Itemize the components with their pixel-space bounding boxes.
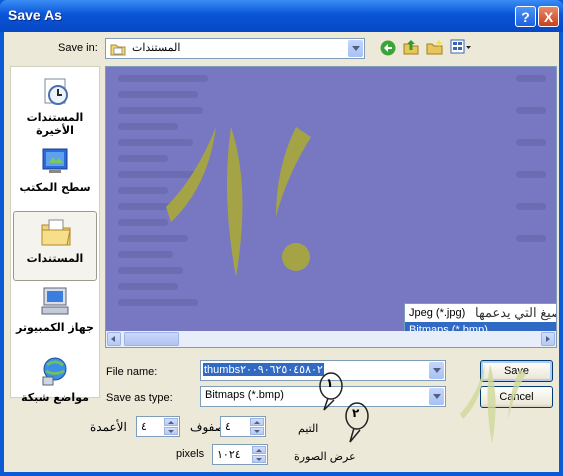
columns-value: ٤ bbox=[141, 420, 147, 433]
logo-watermark bbox=[460, 364, 526, 444]
folder-icon bbox=[110, 44, 126, 56]
formats-annotation: الصيغ التي يدعمها bbox=[475, 305, 556, 320]
file-item bbox=[516, 75, 546, 82]
decrement-button[interactable] bbox=[250, 427, 264, 435]
close-button[interactable]: X bbox=[538, 6, 559, 27]
places-bar: المستندات الأخيرة سطح المكتب المستندات ج… bbox=[10, 66, 100, 404]
file-item bbox=[516, 203, 546, 210]
decrement-button[interactable] bbox=[164, 427, 178, 435]
dropdown-option-jpeg[interactable]: Jpeg (*.jpg) الصيغ التي يدعمها bbox=[405, 305, 556, 321]
new-folder-icon[interactable] bbox=[426, 38, 444, 56]
file-name-label: File name: bbox=[106, 366, 158, 378]
increment-button[interactable] bbox=[250, 418, 264, 426]
place-label: المستندات الأخيرة bbox=[26, 111, 84, 137]
columns-stepper[interactable]: ٤ bbox=[136, 416, 180, 437]
file-item bbox=[516, 235, 546, 242]
place-label: مواضع شبكة bbox=[21, 391, 89, 404]
width-unit: pixels bbox=[176, 448, 205, 460]
title-bar[interactable]: Save As ? X bbox=[0, 0, 563, 32]
place-desktop[interactable]: سطح المكتب bbox=[13, 141, 97, 211]
file-list-view[interactable]: Jpeg (*.jpg) الصيغ التي يدعمها Bitmaps (… bbox=[105, 66, 557, 348]
place-network[interactable]: مواضع شبكة bbox=[13, 351, 97, 404]
window-title: Save As bbox=[8, 7, 62, 23]
place-label: سطح المكتب bbox=[19, 181, 91, 194]
network-places-icon bbox=[42, 357, 67, 386]
views-menu-icon[interactable] bbox=[450, 39, 472, 55]
file-item bbox=[516, 171, 546, 178]
dialog-body: Save in: المستندات المستندات الأخيرة سطح… bbox=[4, 32, 559, 472]
my-computer-icon bbox=[41, 287, 69, 315]
scrollbar-thumb[interactable] bbox=[124, 332, 179, 346]
width-value: ١٠٢٤ bbox=[217, 448, 241, 461]
scroll-right-button[interactable] bbox=[541, 332, 555, 346]
file-name-value: thumbs٢٠٠٩٠٦٢٥٠٤٥٨٠٢ bbox=[203, 363, 324, 376]
save-as-type-label: Save as type: bbox=[106, 392, 173, 404]
chevron-down-icon[interactable] bbox=[348, 40, 363, 57]
callout-number: ٢ bbox=[352, 406, 360, 420]
save-as-window: Save As ? X Save in: المستندات المستندات… bbox=[0, 0, 563, 476]
increment-button[interactable] bbox=[164, 418, 178, 426]
file-item bbox=[118, 75, 208, 82]
watermark-logo bbox=[166, 127, 311, 277]
chevron-down-icon[interactable] bbox=[429, 388, 444, 405]
columns-label: الأعمدة bbox=[90, 420, 127, 434]
callout-2: ٢ bbox=[344, 402, 370, 444]
rows-value: ٤ bbox=[225, 420, 231, 433]
my-documents-icon bbox=[41, 219, 71, 246]
chevron-down-icon[interactable] bbox=[429, 362, 444, 379]
recent-documents-icon bbox=[44, 78, 68, 105]
save-as-type-value: Bitmaps (*.bmp) bbox=[205, 389, 284, 401]
save-in-combo[interactable]: المستندات bbox=[105, 38, 365, 59]
option-label: Jpeg (*.jpg) bbox=[409, 307, 466, 319]
increment-button[interactable] bbox=[252, 446, 266, 454]
callout-number: ١ bbox=[326, 376, 334, 390]
back-icon[interactable] bbox=[380, 40, 396, 56]
place-my-computer[interactable]: جهاز الكمبيوتر bbox=[13, 281, 97, 351]
file-item bbox=[516, 139, 546, 146]
scroll-left-button[interactable] bbox=[107, 332, 121, 346]
spacing-label: التيم bbox=[298, 423, 319, 435]
rows-stepper[interactable]: ٤ bbox=[220, 416, 266, 437]
decrement-button[interactable] bbox=[252, 455, 266, 463]
place-label: المستندات bbox=[26, 252, 84, 265]
save-in-label: Save in: bbox=[58, 42, 98, 54]
desktop-icon bbox=[42, 148, 68, 173]
callout-1: ١ bbox=[318, 372, 344, 412]
place-my-documents[interactable]: المستندات bbox=[13, 211, 97, 281]
place-recent-documents[interactable]: المستندات الأخيرة bbox=[13, 71, 97, 141]
image-width-label: عرض الصورة bbox=[294, 451, 356, 463]
up-folder-icon[interactable] bbox=[402, 38, 420, 56]
save-in-value: المستندات bbox=[132, 42, 181, 54]
place-label: جهاز الكمبيوتر bbox=[15, 321, 94, 334]
file-item bbox=[516, 107, 546, 114]
width-stepper[interactable]: ١٠٢٤ bbox=[212, 444, 268, 465]
help-button[interactable]: ? bbox=[515, 6, 536, 27]
